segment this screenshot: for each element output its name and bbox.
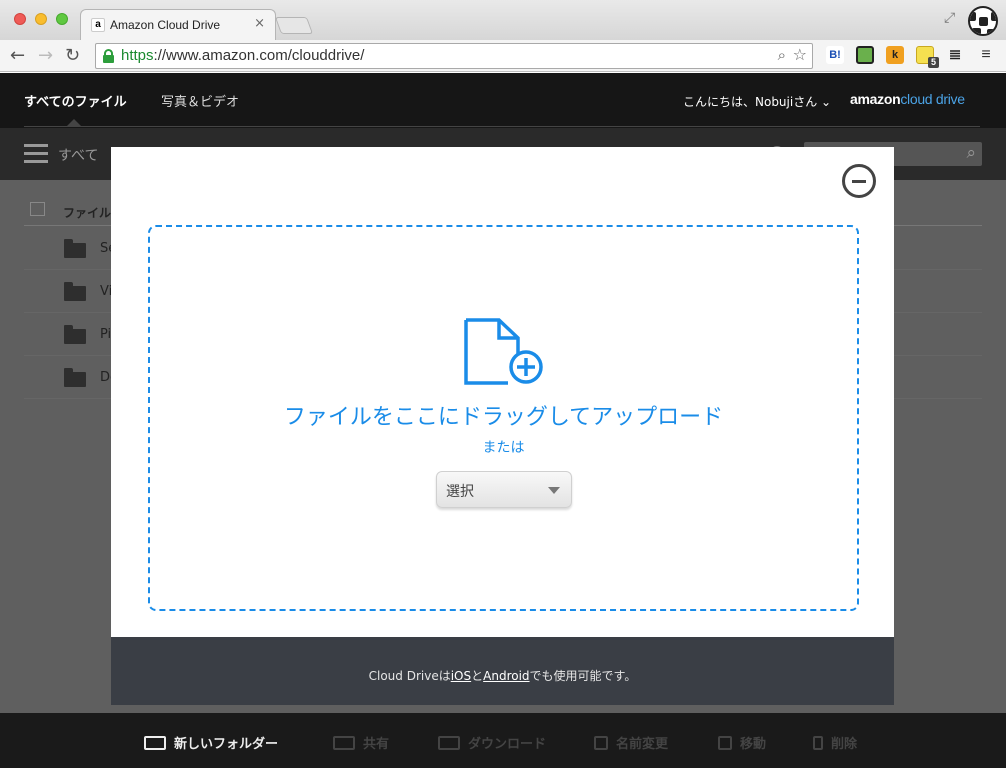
chevron-down-icon: ⌄ — [821, 95, 832, 109]
folder-plus-icon — [144, 736, 166, 750]
cloud-download-icon — [438, 736, 460, 750]
nav-active-caret — [67, 119, 81, 126]
move-icon — [718, 736, 732, 750]
title-bar: a Amazon Cloud Drive × ⤢ — [0, 0, 1006, 40]
browser-window: a Amazon Cloud Drive × ⤢ ← → ↻ https://w… — [0, 0, 1006, 768]
ios-link[interactable]: iOS — [451, 669, 471, 683]
filter-label[interactable]: すべて — [58, 145, 98, 165]
drop-instruction: ファイルをここにドラッグしてアップロード — [283, 405, 724, 430]
nav-underline — [24, 126, 980, 127]
buffer-stack-icon[interactable]: ≣ — [946, 46, 964, 64]
rename-button[interactable]: 名前変更 — [594, 733, 668, 752]
new-tab-button[interactable] — [274, 17, 314, 34]
robot-extension-icon[interactable] — [856, 46, 874, 64]
upload-modal: ファイルをここにドラッグしてアップロード または 選択 Cloud Driveは… — [111, 147, 894, 705]
new-folder-button[interactable]: 新しいフォルダー — [144, 733, 278, 752]
tab-title: Amazon Cloud Drive — [110, 18, 221, 32]
select-label: 選択 — [446, 484, 474, 500]
top-navigation: すべてのファイル 写真＆ビデオ こんにちは、Nobujiさん ⌄ amazonc… — [0, 73, 1006, 128]
soccer-ball-profile-icon[interactable] — [968, 6, 998, 36]
dropdown-arrow-icon — [548, 487, 560, 494]
folder-icon — [64, 239, 86, 258]
list-item-name: Pi — [100, 327, 112, 342]
amazon-favicon-icon: a — [91, 18, 105, 32]
action-bar: 新しいフォルダー 共有 ダウンロード 名前変更 移動 削除 — [0, 713, 1006, 768]
forward-arrow-icon[interactable]: → — [38, 45, 53, 66]
folder-icon — [64, 282, 86, 301]
footer-text: Cloud DriveはiOSとAndroidでも使用可能です。 — [368, 669, 637, 683]
amazon-cloud-drive-logo[interactable]: amazoncloud drive — [850, 91, 965, 107]
share-button[interactable]: 共有 — [333, 733, 389, 752]
search-icon: ⌕ — [966, 143, 976, 163]
folder-icon — [64, 368, 86, 387]
lock-icon — [103, 49, 114, 63]
move-button[interactable]: 移動 — [718, 733, 766, 752]
window-minimize-button[interactable] — [35, 13, 47, 25]
trash-icon — [813, 736, 823, 750]
download-button[interactable]: ダウンロード — [438, 733, 546, 752]
or-text: または — [482, 440, 525, 456]
bookmark-star-icon[interactable]: ☆ — [793, 45, 807, 64]
minimize-modal-icon[interactable] — [842, 164, 876, 198]
window-close-button[interactable] — [14, 13, 26, 25]
fullscreen-icon[interactable]: ⤢ — [944, 10, 955, 26]
user-greeting-menu[interactable]: こんにちは、Nobujiさん ⌄ — [683, 93, 831, 110]
list-header-name[interactable]: ファイル — [63, 204, 111, 221]
delete-button[interactable]: 削除 — [813, 733, 857, 752]
cloud-share-icon — [333, 736, 355, 750]
modal-footer: Cloud DriveはiOSとAndroidでも使用可能です。 — [111, 637, 894, 705]
window-maximize-button[interactable] — [56, 13, 68, 25]
browser-toolbar: ← → ↻ https://www.amazon.com/clouddrive/… — [0, 40, 1006, 72]
drop-zone[interactable]: ファイルをここにドラッグしてアップロード または 選択 — [148, 225, 859, 611]
hamburger-menu-icon[interactable] — [24, 144, 48, 164]
extension-badge: 5 — [928, 57, 939, 68]
reload-icon[interactable]: ↻ — [65, 45, 80, 66]
select-all-checkbox[interactable] — [30, 202, 45, 216]
edit-icon — [594, 736, 608, 750]
android-link[interactable]: Android — [483, 669, 529, 683]
select-files-dropdown[interactable]: 選択 — [436, 471, 572, 508]
hatena-bookmark-icon[interactable]: B! — [826, 46, 844, 64]
file-add-icon — [464, 318, 543, 385]
kindle-extension-icon[interactable]: k — [886, 46, 904, 64]
zoom-icon[interactable]: ⌕ — [778, 46, 786, 64]
folder-icon — [64, 325, 86, 344]
url-text: https://www.amazon.com/clouddrive/ — [121, 47, 365, 64]
address-bar[interactable]: https://www.amazon.com/clouddrive/ ⌕ ☆ — [95, 43, 813, 69]
nav-all-files[interactable]: すべてのファイル — [24, 91, 127, 110]
nav-photos-videos[interactable]: 写真＆ビデオ — [161, 91, 239, 110]
chrome-menu-icon[interactable]: ≡ — [977, 46, 995, 64]
browser-tab[interactable]: a Amazon Cloud Drive × — [80, 9, 276, 40]
back-arrow-icon[interactable]: ← — [10, 45, 25, 66]
tab-close-icon[interactable]: × — [254, 16, 265, 31]
